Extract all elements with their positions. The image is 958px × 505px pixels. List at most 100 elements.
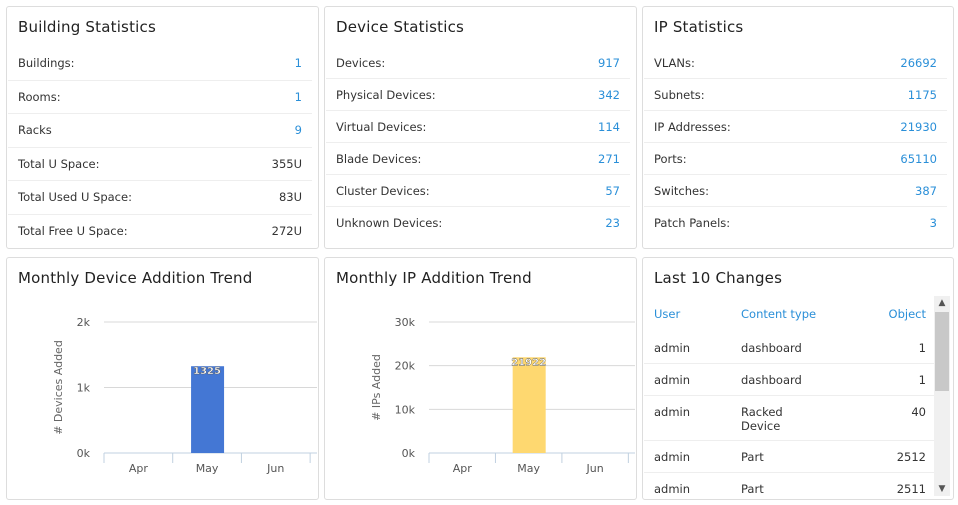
card-title: Device Statistics [336,18,465,36]
y-tick-label: 0k [402,447,416,460]
stat-label: Virtual Devices: [336,119,427,134]
y-tick-label: 20k [395,360,416,373]
cell-object: 2512 [896,450,926,464]
stat-row: Physical Devices: 342 [326,79,630,111]
stat-label: VLANs: [654,55,695,70]
cell-content-type: dashboard [741,373,802,387]
header-user[interactable]: User [644,307,741,321]
stat-row: Total Used U Space: 83U [8,181,312,215]
stat-label: Total U Space: [18,156,100,171]
cell-object: 1 [918,373,926,387]
stat-value[interactable]: 23 [605,216,620,230]
ip-statistics-card: IP Statistics VLANs: 26692 Subnets: 1175 IP … [642,6,954,249]
cell-user: admin [654,482,691,496]
header-object[interactable]: Object [851,307,926,321]
device-statistics-card: Device Statistics Devices: 917 Physical De… [324,6,637,249]
stat-label: Total Free U Space: [18,224,128,239]
card-title: Building Statistics [18,18,156,36]
y-tick-label: 30k [395,316,416,329]
y-tick-label: 2k [77,316,91,329]
stat-row: Subnets: 1175 [644,79,947,111]
stat-value[interactable]: 3 [930,216,937,230]
table-row[interactable]: admin Racked Device 40 [644,396,936,441]
x-tick-label: Apr [453,462,473,475]
scrollbar-thumb[interactable] [935,312,949,391]
bar-may [191,366,225,453]
stat-value[interactable]: 9 [295,123,302,137]
stat-value[interactable]: 271 [598,152,620,166]
x-tick-label: May [517,462,540,475]
stat-row: Ports: 65110 [644,143,947,175]
changes-table: User Content type Object admin dashboard 1… [644,296,936,496]
stat-value[interactable]: 21930 [900,120,937,134]
table-header: User Content type Object [644,296,936,332]
stat-row: Total Free U Space: 272U [8,215,312,249]
stat-value[interactable]: 1 [295,90,302,104]
stat-value[interactable]: 26692 [900,56,937,70]
stat-value: 355U [271,156,302,171]
cell-content-type: Part [741,450,764,464]
cell-user: admin [654,405,691,419]
card-title: Last 10 Changes [654,269,783,287]
stat-value[interactable]: 917 [598,56,620,70]
stat-label: Cluster Devices: [336,183,430,198]
stat-value[interactable]: 342 [598,88,620,102]
cell-user: admin [654,373,691,387]
bar-may [512,357,546,453]
stat-value[interactable]: 57 [605,184,620,198]
x-tick-label: Jun [266,462,284,475]
stat-row: Devices: 917 [326,47,630,79]
stat-value[interactable]: 1 [295,56,302,70]
x-tick-label: May [196,462,219,475]
cell-content-type: dashboard [741,341,802,355]
last-changes-card: Last 10 Changes User Content type Object… [642,257,954,500]
scroll-up-icon[interactable]: ▲ [934,298,950,308]
cell-object: 2511 [896,482,926,496]
stat-row: Cluster Devices: 57 [326,175,630,207]
header-content-type[interactable]: Content type [741,307,851,321]
stat-label: Ports: [654,151,687,166]
x-tick-label: Apr [129,462,149,475]
stat-row: Patch Panels: 3 [644,207,947,239]
stat-label: Patch Panels: [654,216,731,230]
scrollbar[interactable]: ▲ ▼ [934,296,950,496]
stat-value[interactable]: 114 [598,120,620,134]
device-trend-card: Monthly Device Addition Trend 0k 1k 2k # De… [6,257,319,500]
cell-content-type: Racked Device [741,405,783,433]
stat-label: Physical Devices: [336,87,436,102]
stat-row: Buildings: 1 [8,47,312,81]
table-row[interactable]: admin dashboard 1 [644,364,936,396]
device-trend-chart: 0k 1k 2k # Devices Added Apr May 1325 Jun [52,316,317,475]
data-label: 1325 [193,366,221,377]
y-axis-label: # Devices Added [52,340,65,435]
stat-row: VLANs: 26692 [644,47,947,79]
cell-user: admin [654,450,691,464]
stat-value[interactable]: 65110 [900,152,937,166]
stat-row: Virtual Devices: 114 [326,111,630,143]
table-row[interactable]: admin Part 2512 [644,441,936,473]
scroll-down-icon[interactable]: ▼ [934,484,950,494]
stat-row: Total U Space: 355U [8,148,312,181]
stat-label: IP Addresses: [654,119,731,134]
data-label: 21922 [511,357,546,368]
table-row[interactable]: admin Part 2511 [644,473,936,496]
stat-value[interactable]: 1175 [908,88,937,102]
y-tick-label: 1k [77,382,91,395]
table-row[interactable]: admin dashboard 1 [644,332,936,364]
ip-trend-chart: 0k 10k 20k 30k # IPs Added Apr May 21922 Jun [370,316,635,475]
building-statistics-card: Building Statistics Buildings: 1 Rooms: 1 Ra… [6,6,319,249]
stat-row: Blade Devices: 271 [326,143,630,175]
cell-content-type: Part [741,482,764,496]
stat-label: Devices: [336,55,386,70]
stat-label: Blade Devices: [336,151,422,166]
cell-user: admin [654,341,691,355]
stat-value[interactable]: 387 [915,184,937,198]
stat-value: 83U [278,190,302,205]
stat-value: 272U [271,224,302,239]
ip-trend-card: Monthly IP Addition Trend 0k 10k 20k 30k # I… [324,257,637,500]
stat-label: Subnets: [654,87,705,102]
stat-label: Total Used U Space: [18,190,132,205]
y-tick-label: 0k [77,447,91,460]
cell-object: 40 [911,405,926,419]
stat-row: Switches: 387 [644,175,947,207]
